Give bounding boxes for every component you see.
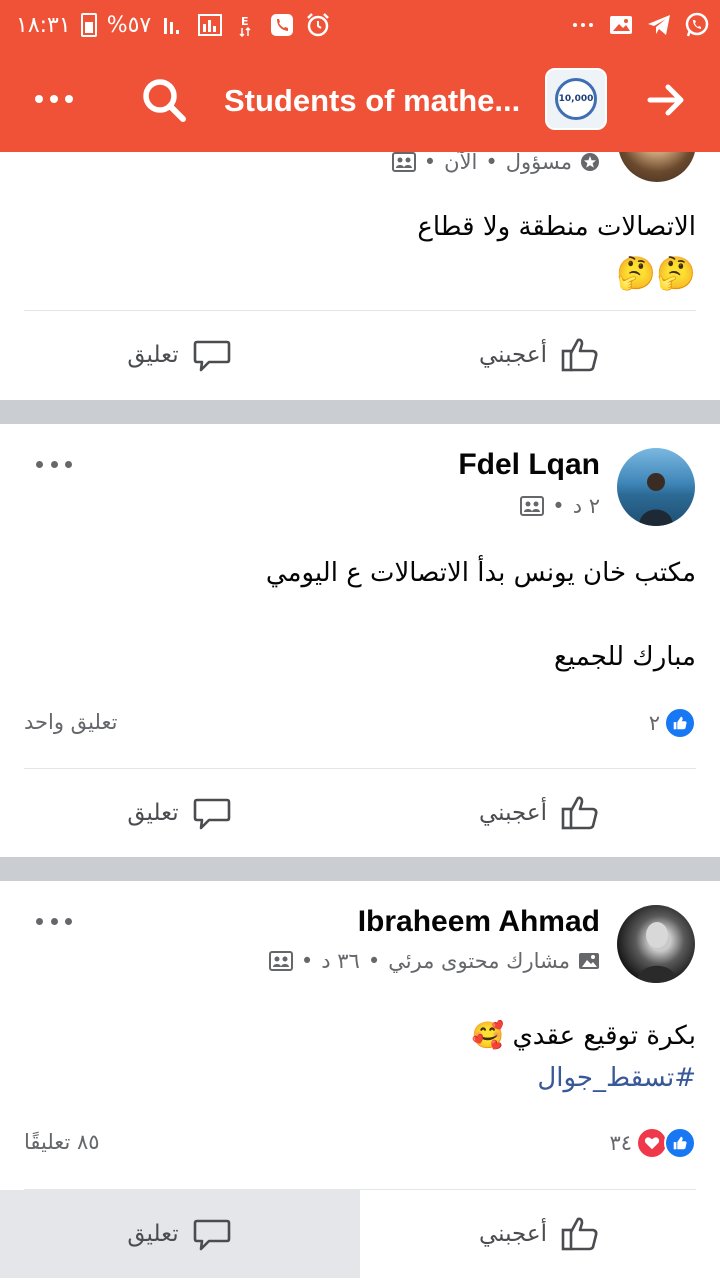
comment-icon — [193, 1219, 230, 1251]
dot — [36, 460, 43, 468]
data-icon — [197, 12, 223, 38]
battery-percent: %٥٧ — [106, 12, 152, 38]
comment-button[interactable]: تعليق — [0, 769, 360, 857]
reaction-count: ٢ — [648, 711, 660, 735]
meta-separator: • — [485, 150, 498, 174]
comment-label: تعليق — [127, 800, 179, 826]
comment-button[interactable]: تعليق — [0, 311, 360, 399]
thumbs-up-icon — [561, 796, 598, 830]
dot — [50, 460, 58, 468]
role-label: مسؤول — [505, 150, 572, 174]
reaction-count: ٣٤ — [609, 1131, 632, 1155]
app-bar: Students of mathe... 10,000 — [0, 50, 720, 152]
phone-icon — [269, 12, 295, 38]
hashtag-link[interactable]: #تسقط_جوال — [537, 1063, 696, 1093]
author-avatar[interactable] — [617, 905, 695, 983]
post-meta: ٢ د • — [520, 494, 600, 518]
reaction-summary[interactable]: ٣٤ — [609, 1127, 696, 1159]
group-logo-text: 10,000 — [558, 94, 594, 104]
thumbs-up-icon — [561, 1217, 598, 1251]
post-text-line: مبارك للجميع — [554, 642, 696, 672]
alarm-icon — [305, 12, 331, 38]
comment-button[interactable]: تعليق — [0, 1190, 360, 1278]
search-button[interactable] — [138, 74, 190, 126]
feed-divider — [0, 400, 720, 424]
group-audience-icon — [391, 152, 416, 172]
group-avatar[interactable]: 10,000 — [545, 68, 607, 130]
post-emoji-line: 🤔🤔 — [616, 254, 696, 292]
badge-label: مشارك محتوى مرئي — [388, 949, 570, 973]
thumbs-up-icon — [561, 338, 598, 372]
like-button[interactable]: أعجبني — [360, 769, 720, 857]
comment-count[interactable]: تعليق واحد — [24, 710, 117, 734]
battery-icon — [80, 13, 97, 37]
post-meta: مشارك محتوى مرئي • ٣٦ د • — [268, 949, 600, 973]
group-audience-icon — [268, 951, 293, 971]
post-card-2: Fdel Lqan ٢ د • مكتب خان يونس بدأ الاتصا… — [0, 424, 720, 857]
post-text-line: الاتصالات منطقة ولا قطاع — [417, 212, 696, 242]
author-name[interactable]: Ibraheem Ahmad — [358, 905, 600, 939]
like-button[interactable]: أعجبني — [360, 1190, 720, 1278]
arrow-right-icon — [647, 84, 684, 116]
admin-badge-icon — [581, 153, 599, 171]
post-time[interactable]: ٢ د — [573, 494, 600, 518]
dot — [65, 95, 73, 103]
post-text-line: بكرة توقيع عقدي 🥰 — [471, 1021, 696, 1051]
signal-icon — [161, 12, 187, 38]
search-icon — [143, 79, 186, 122]
dot — [35, 95, 43, 103]
meta-separator: • — [423, 150, 437, 174]
post-time[interactable]: الآن — [444, 150, 477, 174]
dot — [50, 95, 58, 103]
comment-label: تعليق — [127, 342, 179, 368]
group-audience-icon — [520, 496, 545, 516]
post-options-button[interactable] — [36, 454, 72, 474]
meta-separator: • — [552, 494, 565, 518]
visual-contributor-badge-icon — [579, 953, 599, 969]
header: ١٨:٣١ %٥٧ E Students of mathe... 10,000 — [0, 0, 720, 152]
status-time: ١٨:٣١ — [16, 12, 71, 38]
meta-separator: • — [300, 949, 314, 973]
author-name[interactable]: Fdel Lqan — [458, 448, 600, 482]
dot — [65, 460, 72, 468]
more-dots-icon — [570, 12, 596, 38]
post-time[interactable]: ٣٦ د — [321, 949, 360, 973]
telegram-icon — [646, 12, 672, 38]
comment-icon — [193, 798, 230, 830]
like-reaction-icon — [664, 1127, 696, 1159]
network-e-icon: E — [233, 12, 259, 38]
meta-separator: • — [367, 949, 381, 973]
post-card-3: Ibraheem Ahmad مشارك محتوى مرئي • ٣٦ د •… — [0, 881, 720, 1280]
svg-text:E: E — [241, 15, 249, 28]
like-button[interactable]: أعجبني — [360, 311, 720, 399]
reaction-summary[interactable]: ٢ — [649, 707, 696, 739]
avatar-person — [639, 473, 673, 526]
dot — [36, 917, 43, 925]
author-avatar[interactable] — [617, 448, 695, 526]
status-left: ١٨:٣١ %٥٧ E — [16, 10, 331, 40]
dot — [65, 917, 72, 925]
comment-label: تعليق — [127, 1221, 179, 1247]
image-icon — [608, 12, 634, 38]
comment-count[interactable]: ٨٥ تعليقًا — [24, 1130, 100, 1154]
more-options-button[interactable] — [24, 76, 84, 122]
avatar-person — [637, 922, 677, 983]
comment-icon — [193, 340, 230, 372]
like-label: أعجبني — [478, 1221, 547, 1247]
post-text-line: مكتب خان يونس بدأ الاتصالات ع اليومي — [265, 558, 696, 588]
post-meta: مسؤول • الآن • — [391, 150, 600, 174]
dot — [50, 917, 58, 925]
group-title[interactable]: Students of mathe... — [224, 78, 534, 124]
status-right — [570, 10, 710, 40]
feed-divider — [0, 857, 720, 881]
screen: ١٨:٣١ %٥٧ E Students of mathe... 10,000 … — [0, 0, 720, 1280]
status-bar: ١٨:٣١ %٥٧ E — [0, 0, 720, 50]
like-label: أعجبني — [478, 800, 547, 826]
like-reaction-icon — [664, 707, 696, 739]
group-logo: 10,000 — [555, 78, 597, 120]
post-options-button[interactable] — [36, 911, 72, 931]
like-label: أعجبني — [478, 342, 547, 368]
whatsapp-icon — [684, 12, 710, 38]
back-button[interactable] — [640, 74, 692, 126]
